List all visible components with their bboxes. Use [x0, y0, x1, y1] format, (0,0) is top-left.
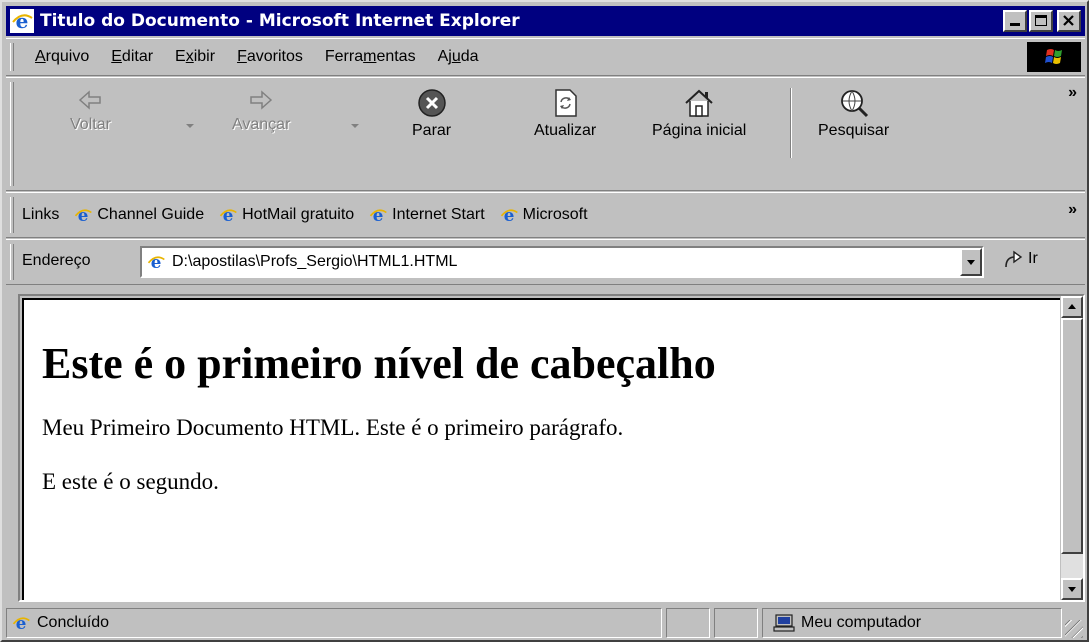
link-item[interactable]: e Microsoft: [499, 205, 588, 225]
menu-favoritos[interactable]: Favoritos: [226, 48, 314, 66]
go-button[interactable]: Ir: [1002, 248, 1038, 270]
go-label: Ir: [1028, 250, 1038, 267]
home-button[interactable]: Página inicial: [652, 88, 746, 140]
close-icon: [1063, 15, 1074, 26]
page-viewport: Este é o primeiro nível de cabeçalho Meu…: [18, 294, 1085, 602]
scroll-down-button[interactable]: [1061, 578, 1083, 600]
toolbar-separator: [790, 88, 792, 158]
links-bar-grip[interactable]: [10, 197, 14, 233]
status-zone-pane: Meu computador: [762, 608, 1062, 638]
stop-button[interactable]: Parar: [412, 88, 451, 140]
ie-link-icon: e: [500, 205, 518, 225]
paragraph-2: E este é o segundo.: [42, 469, 219, 494]
close-button[interactable]: [1057, 10, 1081, 32]
menu-arquivo[interactable]: Arquivo: [24, 48, 100, 66]
svg-text:e: e: [373, 205, 384, 225]
link-label: Channel Guide: [97, 206, 205, 223]
svg-text:e: e: [223, 205, 234, 225]
title-bar[interactable]: e Titulo do Documento - Microsoft Intern…: [6, 6, 1085, 36]
address-bar: Endereço e D:\apostilas\Profs_Sergio\HTM…: [6, 239, 1085, 285]
svg-text:e: e: [16, 613, 27, 633]
vertical-scrollbar[interactable]: [1061, 296, 1083, 600]
refresh-label: Atualizar: [534, 122, 597, 139]
standard-toolbar: Voltar Avançar Parar Atualizar Página in…: [6, 77, 1085, 191]
address-dropdown-button[interactable]: [960, 248, 982, 276]
status-pane-progress: [666, 608, 710, 638]
resize-grip[interactable]: [1065, 620, 1083, 638]
address-label: Endereço: [22, 252, 91, 269]
toolbar-more-chevron[interactable]: »: [1068, 84, 1077, 102]
links-more-chevron[interactable]: »: [1068, 201, 1077, 219]
back-label: Voltar: [70, 116, 111, 133]
forward-label: Avançar: [232, 116, 291, 133]
link-item[interactable]: e Channel Guide: [73, 205, 204, 225]
status-bar: e Concluído Meu computador: [6, 606, 1085, 640]
ie-logo-icon: e: [10, 9, 34, 33]
paragraph-1: Meu Primeiro Documento HTML. Este é o pr…: [42, 415, 624, 440]
stop-label: Parar: [412, 122, 452, 139]
link-item[interactable]: e HotMail gratuito: [218, 205, 354, 225]
windows-flag-icon: [1045, 49, 1062, 64]
address-value[interactable]: D:\apostilas\Profs_Sergio\HTML1.HTML: [172, 253, 457, 271]
page-content: Este é o primeiro nível de cabeçalho Meu…: [22, 298, 1060, 600]
status-pane-security: [714, 608, 758, 638]
zone-label: Meu computador: [801, 614, 922, 631]
svg-text:e: e: [151, 252, 162, 272]
svg-text:e: e: [503, 205, 514, 225]
ie-status-icon: e: [12, 613, 30, 633]
search-label: Pesquisar: [818, 122, 890, 139]
minimize-button[interactable]: [1003, 10, 1027, 32]
status-text: Concluído: [37, 614, 110, 631]
computer-icon: [773, 614, 795, 632]
link-label: Internet Start: [392, 206, 485, 223]
scroll-up-button[interactable]: [1061, 296, 1083, 318]
link-label: Microsoft: [522, 206, 588, 223]
back-button[interactable]: Voltar: [70, 88, 111, 134]
address-input[interactable]: e D:\apostilas\Profs_Sergio\HTML1.HTML: [140, 246, 984, 278]
ie-page-icon: e: [147, 252, 165, 272]
forward-button[interactable]: Avançar: [232, 88, 290, 134]
home-icon: [685, 89, 713, 117]
address-bar-grip[interactable]: [10, 244, 14, 280]
menu-editar[interactable]: Editar: [100, 48, 164, 66]
link-label: HotMail gratuito: [242, 206, 355, 223]
menu-bar-grip[interactable]: [10, 43, 14, 71]
scroll-thumb[interactable]: [1061, 318, 1083, 554]
maximize-icon: [1035, 15, 1047, 26]
ie-link-icon: e: [75, 205, 93, 225]
links-label: Links: [22, 206, 60, 223]
window-title: Titulo do Documento - Microsoft Internet…: [40, 11, 520, 31]
refresh-icon: [555, 89, 577, 117]
menu-exibir[interactable]: Exibir: [164, 48, 226, 66]
page-heading: Este é o primeiro nível de cabeçalho: [42, 339, 716, 388]
home-label: Página inicial: [652, 122, 747, 139]
search-button[interactable]: Pesquisar: [818, 88, 889, 140]
status-text-pane: e Concluído: [6, 608, 662, 638]
go-arrow-icon: [1005, 250, 1023, 268]
ie-link-icon: e: [219, 205, 237, 225]
browser-window: e Titulo do Documento - Microsoft Intern…: [0, 0, 1089, 642]
menu-ajuda[interactable]: Ajuda: [427, 48, 490, 66]
stop-icon: [417, 89, 446, 117]
windows-logo: [1027, 42, 1081, 72]
menu-bar: Arquivo Editar Exibir Favoritos Ferramentas A…: [6, 38, 1085, 76]
svg-text:e: e: [16, 9, 29, 33]
minimize-icon: [1010, 23, 1020, 26]
refresh-button[interactable]: Atualizar: [534, 88, 596, 140]
link-item[interactable]: e Internet Start: [368, 205, 485, 225]
forward-history-dropdown[interactable]: [351, 124, 359, 128]
menu-ferramentas[interactable]: Ferramentas: [314, 48, 427, 66]
toolbar-grip[interactable]: [10, 82, 14, 186]
forward-arrow-icon: [250, 90, 273, 110]
maximize-button[interactable]: [1029, 10, 1053, 32]
search-globe-icon: [840, 90, 868, 118]
links-bar: Links e Channel Guide e HotMail gratuito e In…: [6, 192, 1085, 238]
back-history-dropdown[interactable]: [186, 124, 194, 128]
svg-text:e: e: [78, 205, 89, 225]
back-arrow-icon: [79, 90, 102, 110]
ie-link-icon: e: [370, 205, 387, 225]
